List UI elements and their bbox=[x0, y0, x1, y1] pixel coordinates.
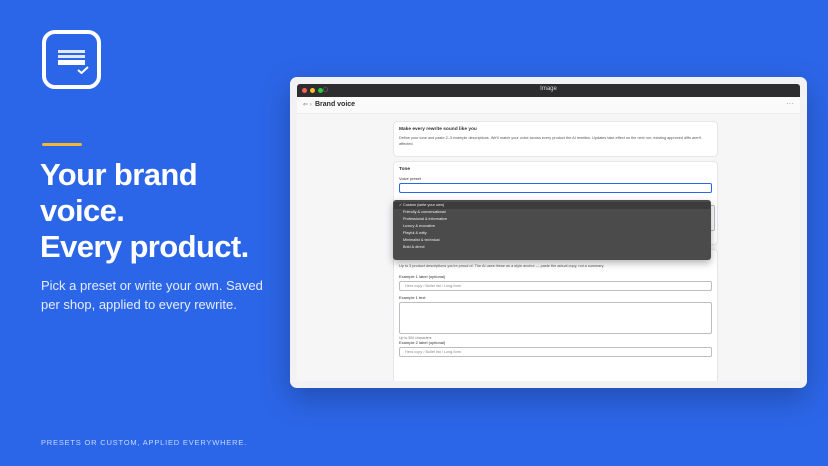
headline-line-1: Your brand bbox=[40, 157, 198, 192]
examples-text: Up to 3 product descriptions you're prou… bbox=[399, 264, 605, 268]
page-content: Make every rewrite sound like you Define… bbox=[297, 114, 800, 381]
examples-card: Examples Up to 3 product descriptions yo… bbox=[393, 249, 718, 381]
app-screen: ▢ Image ⇐ › Brand voice ··· Make every r… bbox=[297, 84, 800, 381]
check-icon bbox=[77, 66, 89, 74]
app-logo-icon bbox=[42, 30, 101, 89]
page-header: ⇐ › Brand voice ··· bbox=[297, 97, 800, 114]
example2-label: Example 2 label (optional) bbox=[399, 339, 446, 345]
headline-line-2: voice. bbox=[40, 193, 125, 228]
preset-option[interactable]: ✓Custom (write your own) bbox=[394, 202, 710, 209]
ellipsis-icon[interactable]: ··· bbox=[786, 99, 794, 108]
preset-option[interactable]: Bold & direct bbox=[394, 244, 710, 251]
breadcrumb-title: Brand voice bbox=[315, 101, 356, 108]
voice-preset-select[interactable] bbox=[399, 183, 712, 193]
intro-title: Make every rewrite sound like you bbox=[399, 127, 477, 132]
preset-option[interactable]: Professional & informative bbox=[394, 216, 710, 223]
preset-option[interactable]: Luxury & evocative bbox=[394, 223, 710, 230]
voice-preset-dropdown: ✓Custom (write your own) Friendly & conv… bbox=[393, 200, 711, 260]
intro-card: Make every rewrite sound like you Define… bbox=[393, 121, 718, 157]
headline-line-3: Every product. bbox=[40, 229, 249, 264]
footer-caption: PRESETS OR CUSTOM, APPLIED EVERYWHERE. bbox=[41, 438, 247, 447]
promo-subtext: Pick a preset or write your own. Saved p… bbox=[41, 278, 263, 312]
window-title: Image bbox=[540, 86, 557, 92]
accent-bar bbox=[42, 143, 82, 146]
tone-title: Tone bbox=[399, 167, 411, 172]
intro-text: Define your tone and paste 2–3 example d… bbox=[399, 136, 702, 146]
headline: Your brand voice. Every product. bbox=[40, 157, 280, 265]
window-titlebar: ▢ Image bbox=[297, 84, 800, 97]
example1-label: Example 1 label (optional) bbox=[399, 273, 446, 279]
preset-option[interactable]: Playful & witty bbox=[394, 230, 710, 237]
example1-text-input[interactable] bbox=[399, 301, 712, 334]
back-arrow-icon[interactable]: ⇐ › bbox=[303, 101, 312, 108]
example1-label-input[interactable]: Hero copy / Bullet list / Long-form bbox=[399, 280, 712, 291]
example2-label-input[interactable]: Hero copy / Bullet list / Long-form bbox=[399, 346, 712, 357]
preset-option[interactable]: Minimalist & technical bbox=[394, 237, 710, 244]
app-window: ▢ Image ⇐ › Brand voice ··· Make every r… bbox=[290, 77, 807, 388]
preset-option[interactable]: Friendly & conversational bbox=[394, 209, 710, 216]
example1-text-label: Example 1 text bbox=[399, 294, 426, 300]
voice-preset-label: Voice preset bbox=[399, 176, 422, 181]
